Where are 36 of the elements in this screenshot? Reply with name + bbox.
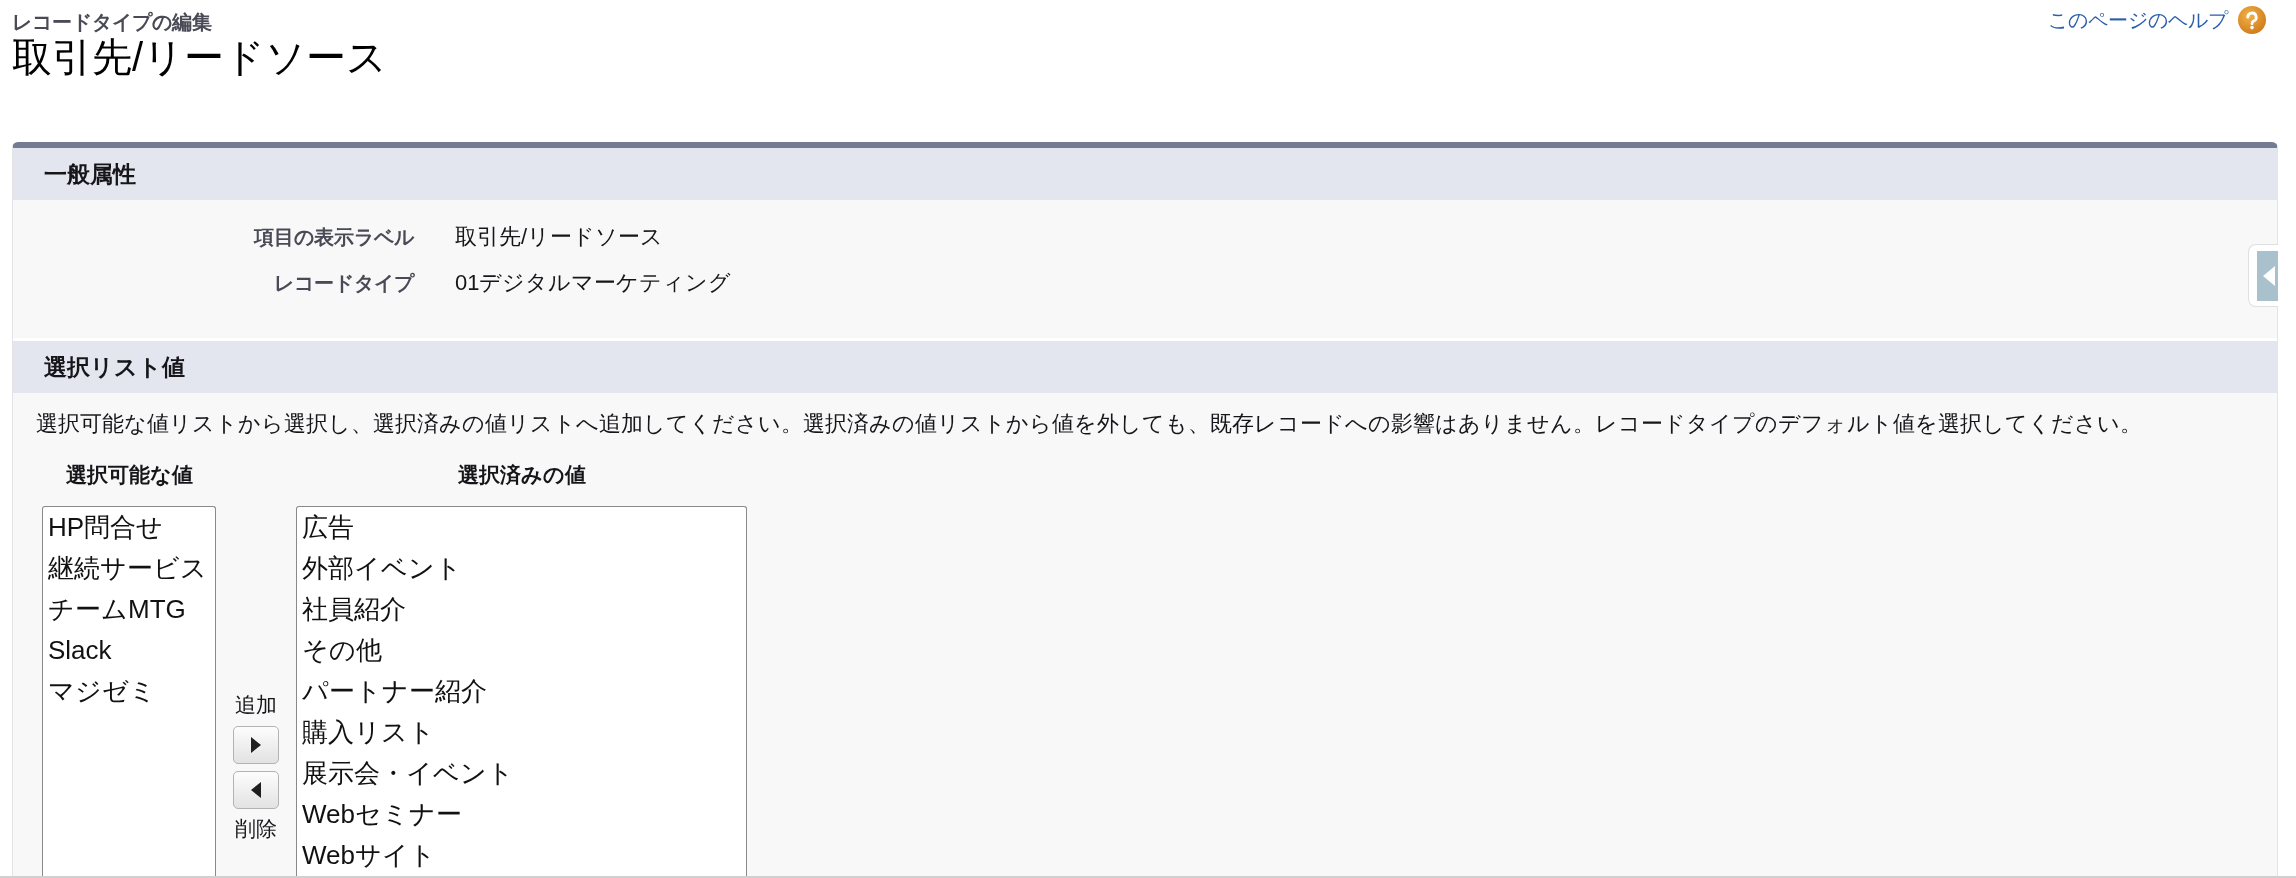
remove-label: 削除: [235, 817, 277, 841]
caret-right-icon: [251, 737, 261, 753]
caret-left-icon: [2257, 251, 2278, 301]
list-heading: 選択可能な値: [64, 462, 194, 489]
list-option[interactable]: マジゼミ: [43, 671, 207, 712]
list-option[interactable]: Slack: [43, 630, 207, 671]
list-option[interactable]: チームMTG: [43, 589, 207, 630]
list-option[interactable]: Webサイト: [297, 835, 746, 876]
instruction-text: 選択可能な値リストから選択し、選択済みの値リストへ追加してください。選択済みの値リストから値を外しても、既存レコードへの影響はありません。レコードタイプのデフォルト値を選択してください。: [36, 410, 2143, 438]
field-value: 01デジタルマーケティング: [455, 269, 732, 297]
help-icon[interactable]: [2238, 6, 2266, 34]
list-option[interactable]: 外部イベント: [297, 548, 746, 589]
selected-values-listbox[interactable]: 広告 外部イベント 社員紹介 その他 パートナー紹介 購入リスト 展示会・イベント Webセミナー Webサイト: [296, 506, 747, 876]
add-button[interactable]: [233, 726, 279, 764]
list-option[interactable]: 購入リスト: [297, 712, 746, 753]
field-value: 取引先/リードソース: [455, 223, 665, 251]
field-label: レコードタイプ: [273, 271, 414, 296]
field-label: 項目の表示ラベル: [252, 225, 414, 250]
page-subtitle: レコードタイプの編集: [12, 10, 213, 34]
list-option[interactable]: その他: [297, 630, 746, 671]
section-heading: 選択リスト値: [13, 338, 2277, 393]
remove-button[interactable]: [233, 771, 279, 809]
list-option[interactable]: 社員紹介: [297, 589, 746, 630]
list-option[interactable]: 広告: [297, 507, 746, 548]
page-title: 取引先/リードソース: [12, 34, 388, 80]
list-heading: 選択済みの値: [456, 462, 587, 488]
caret-left-icon: [251, 782, 261, 798]
add-label: 追加: [235, 693, 277, 717]
section-heading: 一般属性: [13, 148, 2277, 200]
list-option[interactable]: 展示会・イベント: [297, 753, 746, 794]
list-option[interactable]: HP問合せ: [43, 507, 207, 548]
available-values-listbox[interactable]: HP問合せ 継続サービス チームMTG Slack マジゼミ: [42, 506, 216, 876]
list-option[interactable]: Webセミナー: [297, 794, 746, 835]
help-link[interactable]: このページのヘルプ: [2048, 6, 2228, 34]
list-option[interactable]: 継続サービス: [43, 548, 207, 589]
list-option[interactable]: パートナー紹介: [297, 671, 746, 712]
